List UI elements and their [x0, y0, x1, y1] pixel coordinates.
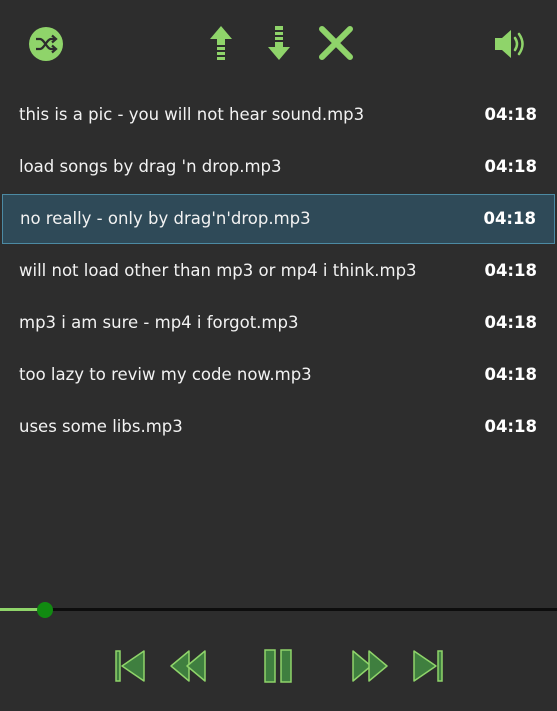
track-duration: 04:18: [484, 365, 537, 384]
move-up-button[interactable]: [206, 24, 236, 62]
close-icon: [318, 25, 354, 61]
speaker-icon: [492, 26, 530, 62]
volume-button[interactable]: [491, 25, 531, 63]
seek-bar[interactable]: [0, 600, 557, 620]
track-duration: 04:18: [484, 157, 537, 176]
playlist-row[interactable]: no really - only by drag'n'drop.mp3 04:1…: [2, 194, 555, 244]
track-duration: 04:18: [484, 417, 537, 436]
skip-to-end-icon: [410, 648, 446, 688]
previous-button[interactable]: [168, 648, 208, 688]
playlist-row[interactable]: this is a pic - you will not hear sound.…: [0, 90, 557, 140]
track-title: this is a pic - you will not hear sound.…: [19, 105, 365, 124]
pause-icon: [260, 648, 296, 688]
playlist: this is a pic - you will not hear sound.…: [0, 90, 557, 454]
seek-thumb[interactable]: [36, 602, 53, 618]
move-down-button[interactable]: [264, 24, 294, 62]
shuffle-button[interactable]: [27, 25, 65, 63]
track-title: load songs by drag 'n drop.mp3: [19, 157, 282, 176]
seek-track: [0, 608, 557, 611]
first-track-button[interactable]: [110, 648, 150, 688]
track-title: will not load other than mp3 or mp4 i th…: [19, 261, 417, 280]
track-duration: 04:18: [484, 313, 537, 332]
playlist-row[interactable]: uses some libs.mp3 04:18: [0, 402, 557, 452]
playlist-row[interactable]: load songs by drag 'n drop.mp3 04:18: [0, 142, 557, 192]
track-title: mp3 i am sure - mp4 i forgot.mp3: [19, 313, 299, 332]
track-duration: 04:18: [483, 209, 536, 228]
arrow-up-icon: [208, 24, 234, 62]
next-icon: [351, 648, 389, 688]
toolbar: [0, 0, 557, 88]
music-player-window: this is a pic - you will not hear sound.…: [0, 0, 557, 711]
shuffle-icon: [28, 26, 64, 62]
next-button[interactable]: [350, 648, 390, 688]
skip-to-start-icon: [112, 648, 148, 688]
track-title: too lazy to reviw my code now.mp3: [19, 365, 312, 384]
track-duration: 04:18: [484, 261, 537, 280]
remove-track-button[interactable]: [317, 24, 355, 62]
track-title: uses some libs.mp3: [19, 417, 183, 436]
playlist-row[interactable]: will not load other than mp3 or mp4 i th…: [0, 246, 557, 296]
pause-button[interactable]: [258, 648, 298, 688]
previous-icon: [169, 648, 207, 688]
track-title: no really - only by drag'n'drop.mp3: [20, 209, 311, 228]
track-duration: 04:18: [484, 105, 537, 124]
last-track-button[interactable]: [408, 648, 448, 688]
playlist-row[interactable]: mp3 i am sure - mp4 i forgot.mp3 04:18: [0, 298, 557, 348]
playlist-row[interactable]: too lazy to reviw my code now.mp3 04:18: [0, 350, 557, 400]
arrow-down-icon: [266, 24, 292, 62]
